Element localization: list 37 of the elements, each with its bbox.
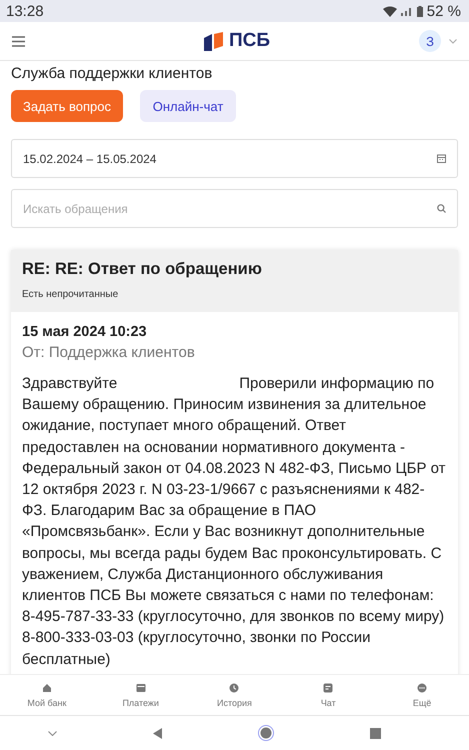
unread-status: Есть непрочитанные — [22, 289, 120, 300]
message-date: 15 мая 2024 10:23 — [22, 324, 148, 340]
message-sender: От: Поддержка клиентов — [22, 344, 196, 361]
battery-percent: 52 % — [426, 2, 461, 20]
nav-tab[interactable]: Мой банк — [0, 675, 94, 715]
nav-tab[interactable]: Ещё — [375, 675, 469, 715]
more-icon — [417, 682, 428, 692]
ask-question-button[interactable]: Задать вопрос — [11, 90, 123, 122]
chevron-down-icon[interactable] — [449, 38, 457, 44]
recents-icon[interactable] — [370, 728, 381, 738]
chat-icon — [323, 682, 334, 692]
calendar-icon[interactable] — [437, 154, 446, 163]
online-chat-button[interactable]: Онлайн-чат — [140, 90, 236, 122]
page-title: Служба поддержки клиентов — [11, 65, 214, 82]
menu-icon[interactable] — [12, 36, 25, 46]
thread-subject: RE: RE: Ответ по обращению — [22, 260, 263, 279]
nav-tab[interactable]: История — [188, 675, 282, 715]
home-icon — [42, 682, 52, 692]
signal-icon — [400, 6, 413, 16]
thread-header[interactable]: RE: RE: Ответ по обращению Есть непрочитанные — [11, 250, 458, 312]
search-field[interactable]: Искать обращения — [11, 189, 458, 228]
card-icon — [136, 682, 146, 692]
battery-icon — [416, 6, 423, 16]
back-icon[interactable] — [153, 728, 162, 738]
date-range-field[interactable]: 15.02.2024 – 15.05.2024 — [11, 139, 458, 178]
search-icon[interactable] — [437, 204, 446, 213]
clock-icon — [229, 682, 240, 692]
wifi-icon — [382, 6, 397, 16]
home-button-icon[interactable] — [258, 725, 274, 741]
logo-text: ПСБ — [228, 30, 270, 52]
message-text: Здравствуйте Проверили информацию по Вашему обращению. Приносим извинения за длительное ожидание, поступает много обращений. Ответ предоставлен на основании нормативного документа - Федеральный закон от 04.08.2023 N 482-ФЗ, Письмо ЦБР от 12 октября 2023 г. N 03-23-1/9667 с разъяснениями к 482-ФЗ. Благодарим Вас за обращение в ПАО «Промсвязьбанк». Если у Вас возникнут дополнительные вопросы, мы всегда рады будем Вас проконсультировать. С уважением, Служба Дистанционного обслуживания клиентов ПСБ Вы можете связаться с нами по телефонам: 8-495-787-33-33 (круглосуточно, для звонков по всему миру) 8-800-333-03-03 (круглосуточно, звонки по России бесплатные) — [22, 374, 447, 670]
nav-tab[interactable]: Платежи — [94, 675, 188, 715]
chevron-down-icon[interactable] — [48, 730, 57, 736]
logo-icon — [204, 32, 223, 50]
nav-tab[interactable]: Чат — [281, 675, 376, 715]
status-time: 13:28 — [6, 2, 44, 20]
user-avatar[interactable]: З — [419, 30, 441, 52]
